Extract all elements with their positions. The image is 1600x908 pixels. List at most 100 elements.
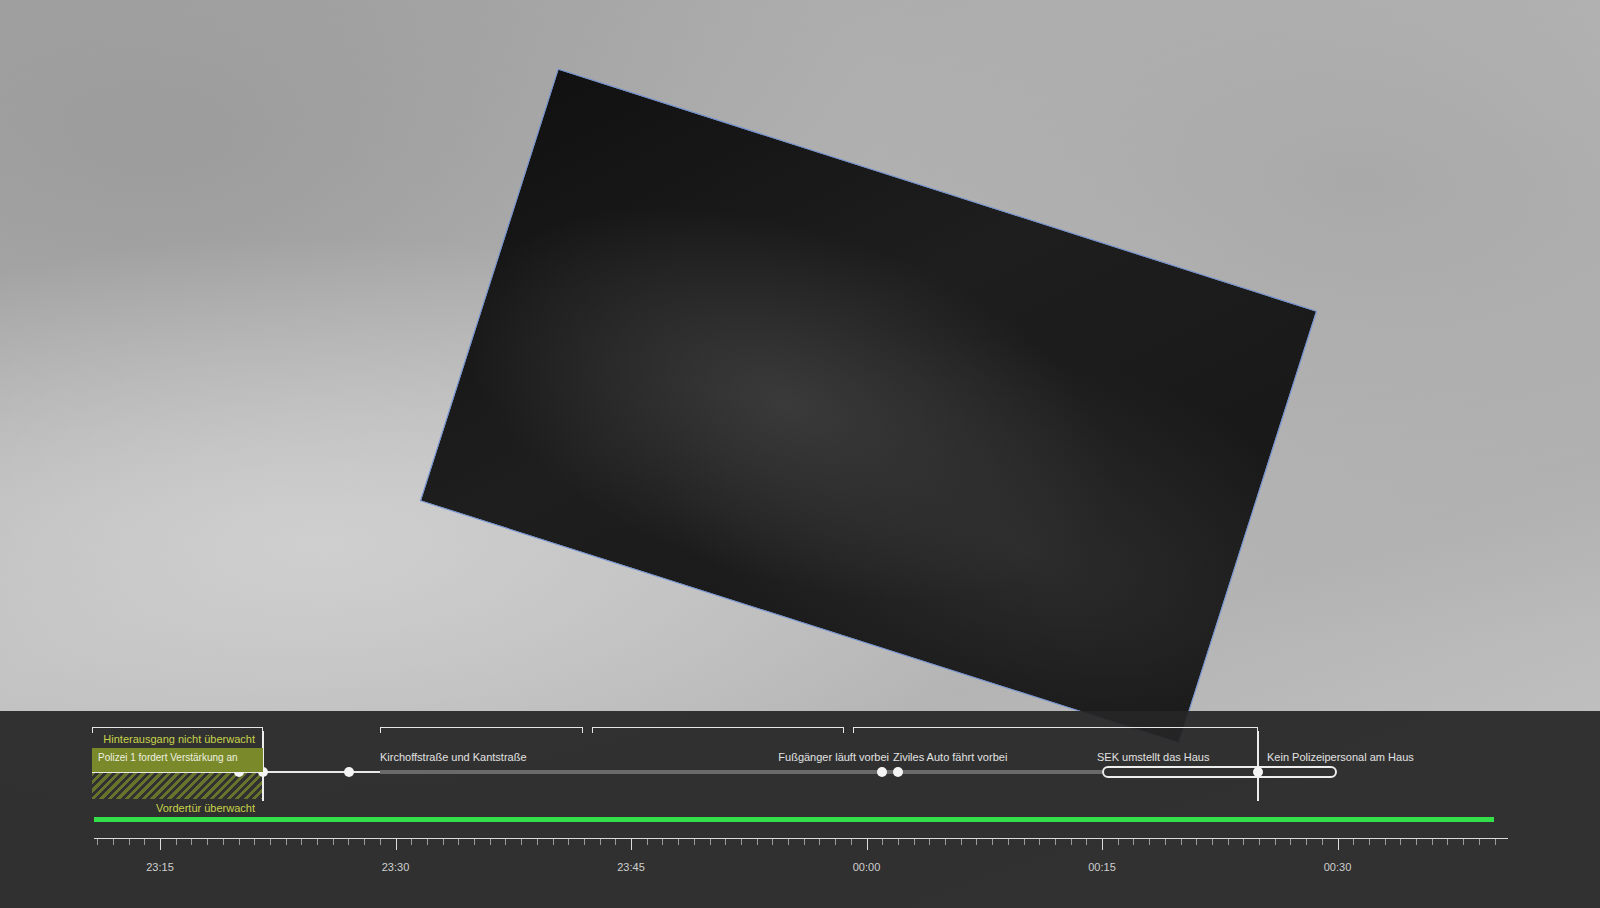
axis-tick <box>678 839 679 845</box>
tick-label: 23:45 <box>617 860 645 874</box>
screen: Hinterausgang nicht überwacht Polizei 1 f… <box>0 0 1600 908</box>
axis-tick <box>129 839 130 845</box>
axis-tick <box>1071 839 1072 845</box>
axis-tick <box>1086 839 1087 845</box>
axis-tick <box>458 839 459 845</box>
axis-tick <box>490 839 491 845</box>
axis-tick <box>380 839 381 845</box>
tick-label: 23:30 <box>382 860 410 874</box>
axis-tick <box>945 839 946 845</box>
event-label: SEK umstellt das Haus <box>1097 750 1210 764</box>
axis-tick <box>97 839 98 845</box>
axis-tick <box>160 839 161 850</box>
axis-tick <box>867 839 868 850</box>
timeline[interactable]: Hinterausgang nicht überwacht Polizei 1 f… <box>0 711 1600 908</box>
axis-tick <box>976 839 977 845</box>
axis-tick <box>929 839 930 845</box>
axis-tick <box>1369 839 1370 845</box>
event-label: Kirchoffstraße und Kantstraße <box>380 750 527 764</box>
axis-tick <box>1055 839 1056 845</box>
event-dot[interactable] <box>893 767 903 777</box>
axis-tick <box>631 839 632 850</box>
axis-tick <box>741 839 742 845</box>
event-dot[interactable] <box>877 767 887 777</box>
event-label: Fußgänger läuft vorbei <box>778 750 889 764</box>
axis-tick <box>144 839 145 845</box>
axis-tick <box>1118 839 1119 845</box>
axis-tick <box>553 839 554 845</box>
axis-tick <box>411 839 412 845</box>
axis-tick <box>333 839 334 845</box>
axis-tick <box>1416 839 1417 845</box>
axis-tick <box>1196 839 1197 845</box>
axis-tick <box>851 839 852 845</box>
axis-tick <box>396 839 397 850</box>
axis-tick <box>1338 839 1339 850</box>
axis-tick <box>647 839 648 845</box>
axis-tick <box>1165 839 1166 845</box>
axis-tick <box>772 839 773 845</box>
axis-tick <box>1463 839 1464 845</box>
axis-tick <box>1400 839 1401 845</box>
axis-tick <box>584 839 585 845</box>
axis-tick <box>1432 839 1433 845</box>
event-dot[interactable] <box>344 767 354 777</box>
axis-tick <box>176 839 177 845</box>
axis-tick <box>725 839 726 845</box>
axis-tick <box>223 839 224 845</box>
axis-tick <box>961 839 962 845</box>
axis-tick <box>505 839 506 845</box>
axis-tick <box>317 839 318 845</box>
axis-tick <box>788 839 789 845</box>
axis-tick <box>1322 839 1323 845</box>
axis-tick <box>191 839 192 845</box>
axis-tick <box>1479 839 1480 845</box>
timeline-bracket <box>92 727 263 733</box>
axis-tick <box>286 839 287 845</box>
axis-tick <box>207 839 208 845</box>
axis-tick <box>1243 839 1244 845</box>
event-label: Vordertür überwacht <box>156 801 255 815</box>
axis-tick <box>301 839 302 845</box>
axis-tick <box>1306 839 1307 845</box>
axis-tick <box>1102 839 1103 850</box>
axis-tick <box>364 839 365 845</box>
axis-tick <box>1181 839 1182 845</box>
axis-tick <box>537 839 538 845</box>
progress-bar <box>94 817 1508 822</box>
axis-tick <box>1024 839 1025 845</box>
axis-tick <box>1212 839 1213 845</box>
timeline-track <box>380 770 1102 774</box>
axis-tick <box>113 839 114 845</box>
axis-tick <box>254 839 255 845</box>
axis-tick <box>694 839 695 845</box>
time-axis[interactable] <box>94 838 1508 839</box>
axis-tick <box>521 839 522 845</box>
event-dot[interactable] <box>1253 767 1263 777</box>
axis-tick <box>1133 839 1134 845</box>
axis-tick <box>427 839 428 845</box>
timeline-bracket <box>853 727 1258 733</box>
timeline-bracket <box>592 727 844 733</box>
sek-period[interactable] <box>1102 766 1337 778</box>
axis-tick <box>914 839 915 845</box>
tick-label: 00:15 <box>1088 860 1116 874</box>
axis-tick <box>239 839 240 845</box>
event-label: Hinterausgang nicht überwacht <box>103 732 255 746</box>
axis-tick <box>662 839 663 845</box>
axis-tick <box>1039 839 1040 845</box>
time-marker <box>1257 731 1259 801</box>
tick-label: 23:15 <box>146 860 174 874</box>
axis-tick <box>1353 839 1354 845</box>
highlight-event: Polizei 1 fordert Verstärkung an <box>92 748 263 772</box>
axis-tick <box>1275 839 1276 845</box>
axis-tick <box>615 839 616 845</box>
axis-tick <box>1495 839 1496 845</box>
tick-label: 00:30 <box>1324 860 1352 874</box>
tick-label: 00:00 <box>853 860 881 874</box>
axis-tick <box>1228 839 1229 845</box>
timeline-bracket <box>380 727 583 733</box>
axis-tick <box>600 839 601 845</box>
axis-tick <box>474 839 475 845</box>
axis-tick <box>819 839 820 845</box>
